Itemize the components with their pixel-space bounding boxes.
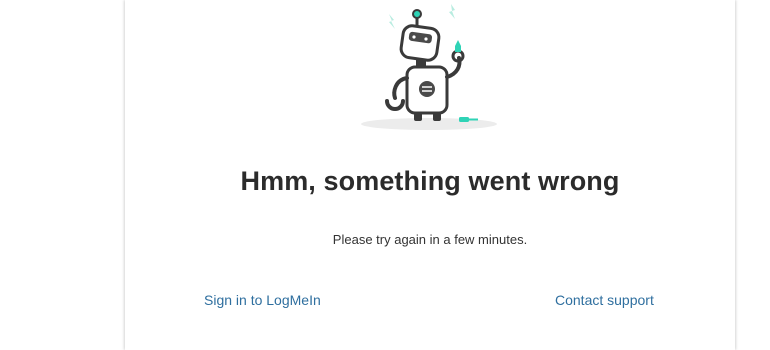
error-card: Hmm, something went wrong Please try aga… [125,0,735,350]
error-page: Hmm, something went wrong Please try aga… [0,0,770,350]
error-message: Please try again in a few minutes. [332,232,528,247]
robot-repair-icon [361,4,497,130]
contact-support-link[interactable]: Contact support [555,292,654,308]
sign-in-link[interactable]: Sign in to LogMeIn [204,292,321,308]
error-title: Hmm, something went wrong [240,166,620,196]
